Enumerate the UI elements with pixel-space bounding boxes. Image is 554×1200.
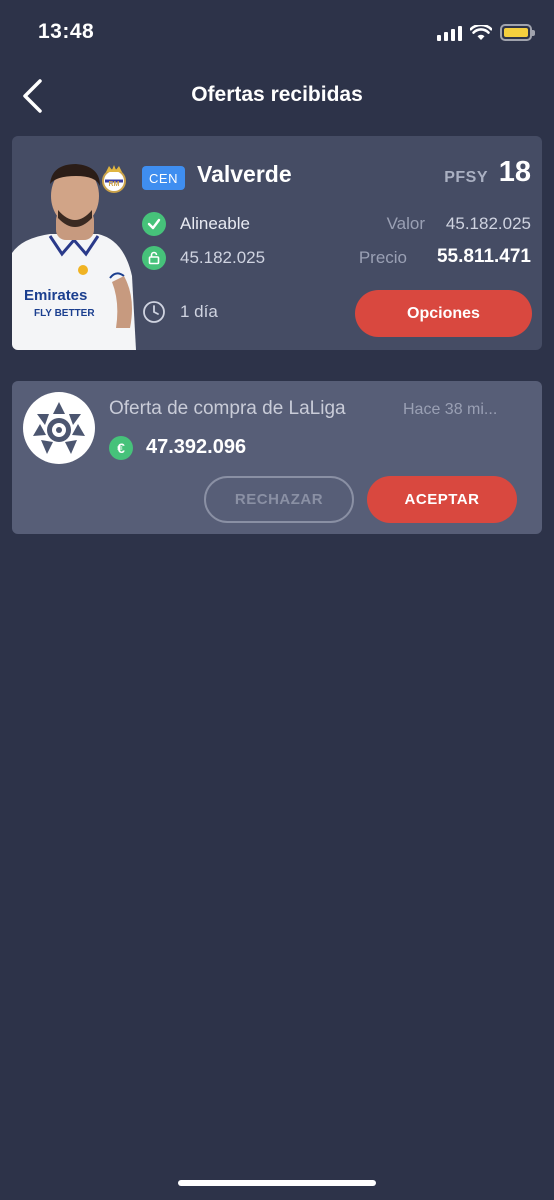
options-button[interactable]: Opciones	[355, 290, 532, 337]
price-value: 55.811.471	[436, 246, 531, 267]
home-indicator[interactable]	[178, 1180, 376, 1186]
status-time: 13:48	[38, 20, 95, 43]
battery-icon	[500, 24, 535, 41]
svg-text:Emirates: Emirates	[24, 287, 87, 304]
accept-button[interactable]: ACEPTAR	[367, 476, 517, 523]
status-icons	[437, 24, 535, 41]
euro-icon: €	[109, 436, 133, 460]
clause-value: 45.182.025	[180, 248, 266, 267]
clock-icon	[142, 300, 166, 324]
club-crest-icon: RM	[102, 165, 126, 193]
market-value: 45.182.025	[445, 214, 531, 233]
status-bar: 13:48	[0, 0, 554, 66]
position-badge: CEN	[142, 166, 185, 190]
pfsy-points: 18	[498, 156, 531, 188]
check-icon	[142, 212, 166, 236]
reject-button[interactable]: RECHAZAR	[204, 476, 354, 523]
nav-bar: Ofertas recibidas	[0, 66, 554, 126]
offer-amount: 47.392.096	[146, 436, 247, 458]
svg-text:RM: RM	[109, 181, 120, 188]
svg-text:FLY BETTER: FLY BETTER	[34, 308, 95, 319]
time-left: 1 día	[180, 302, 218, 321]
price-label: Precio	[358, 248, 407, 267]
offer-card: Oferta de compra de LaLiga Hace 38 mi...…	[12, 381, 542, 534]
player-name: Valverde	[197, 161, 292, 187]
pfsy-label: PFSY	[444, 169, 488, 186]
player-card[interactable]: Emirates FLY BETTER RM CEN Valverde PFSY…	[12, 136, 542, 350]
value-label: Valor	[386, 214, 425, 233]
offer-title: Oferta de compra de LaLiga	[109, 398, 346, 419]
signal-icon	[437, 25, 462, 41]
laliga-logo-icon	[23, 392, 95, 464]
player-status: Alineable	[180, 214, 250, 233]
wifi-icon	[470, 24, 492, 40]
page-title: Ofertas recibidas	[191, 83, 363, 106]
lock-icon	[142, 246, 166, 270]
offer-time: Hace 38 mi...	[403, 401, 498, 418]
